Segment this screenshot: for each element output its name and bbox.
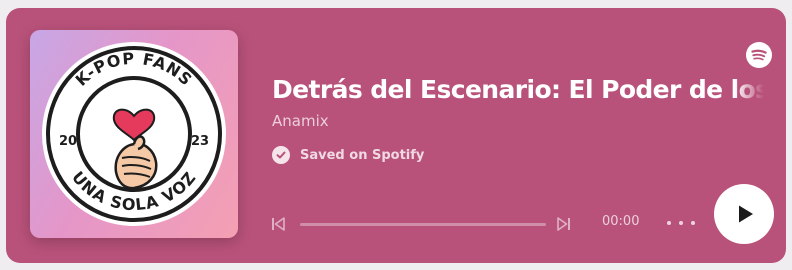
page-background: K-POP FANS UNA SOLA VOZ 20 23 Detrás del… [0, 0, 792, 270]
skip-back-icon[interactable] [270, 216, 286, 232]
episode-artist[interactable]: Anamix [272, 112, 329, 130]
saved-on-spotify-indicator: Saved on Spotify [272, 145, 424, 165]
spotify-embed-card: K-POP FANS UNA SOLA VOZ 20 23 Detrás del… [6, 8, 786, 263]
check-circle-icon [272, 146, 290, 164]
spotify-icon[interactable] [746, 42, 772, 68]
cover-badge-graphic: K-POP FANS UNA SOLA VOZ 20 23 [42, 42, 226, 226]
more-dot [679, 221, 683, 225]
more-horizontal-icon[interactable] [667, 211, 695, 235]
episode-title[interactable]: Detrás del Escenario: El Poder de los Fa… [272, 70, 764, 110]
skip-forward-icon[interactable] [556, 216, 572, 232]
more-dot [691, 221, 695, 225]
episode-cover-art[interactable]: K-POP FANS UNA SOLA VOZ 20 23 [30, 30, 238, 238]
badge-year-left: 20 [59, 134, 77, 149]
play-icon [739, 205, 753, 223]
badge-year-right: 23 [191, 134, 209, 149]
progress-bar[interactable] [300, 223, 546, 226]
play-button[interactable] [714, 184, 774, 244]
playback-time: 00:00 [602, 214, 640, 229]
more-dot [667, 221, 671, 225]
saved-on-spotify-label: Saved on Spotify [300, 147, 425, 163]
